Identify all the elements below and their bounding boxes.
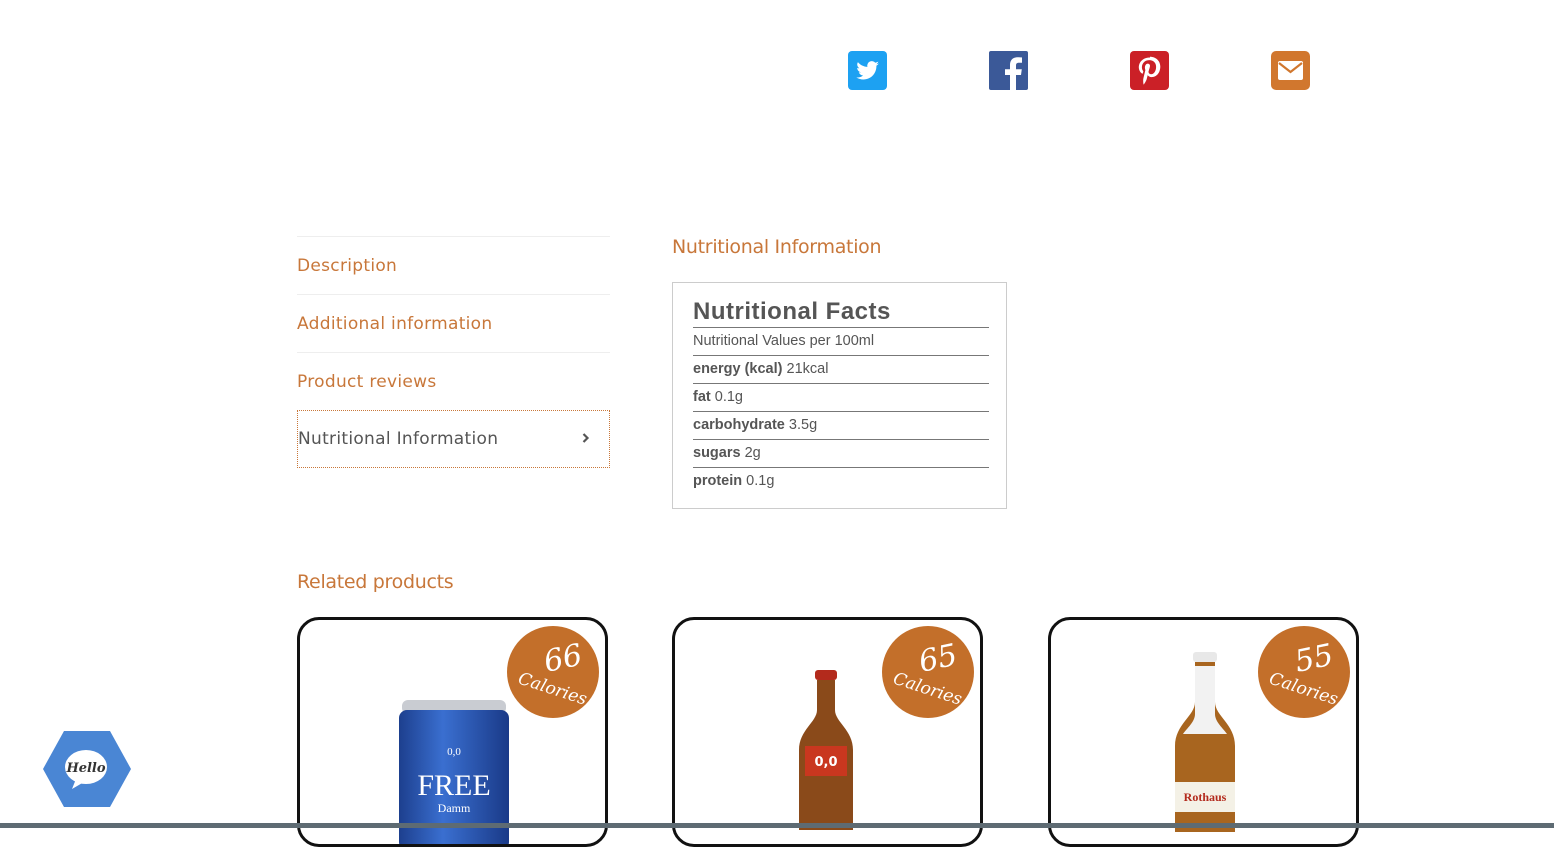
tab-additional-information[interactable]: Additional information (297, 294, 610, 352)
svg-text:Rothaus: Rothaus (1184, 790, 1227, 804)
product-bottle-image: Rothaus (1175, 652, 1235, 832)
related-product-card[interactable]: 0,0 FREE Damm 66 Calories (297, 617, 608, 847)
nutrition-row-value: 2g (744, 445, 761, 461)
svg-text:0,0: 0,0 (447, 746, 461, 758)
tab-description-label: Description (297, 255, 398, 276)
tab-nutritional-information[interactable]: Nutritional Information (297, 410, 610, 468)
nutrition-row-protein: protein 0.1g (693, 468, 989, 495)
product-tabs: Description Additional information Produ… (297, 236, 610, 468)
email-icon (1271, 51, 1310, 90)
nutrition-row-name: energy (kcal) (693, 361, 783, 377)
nutrition-row-value: 0.1g (746, 473, 775, 489)
calories-badge: 65 Calories (882, 626, 974, 718)
nutrition-row-name: sugars (693, 445, 741, 461)
chat-widget-button[interactable]: Hello (42, 729, 132, 809)
share-twitter-button[interactable] (848, 51, 887, 90)
twitter-icon (848, 51, 887, 90)
svg-text:Damm: Damm (438, 801, 471, 815)
nutrition-row-value: 3.5g (788, 417, 818, 433)
calories-badge: 66 Calories (507, 626, 599, 718)
nutrition-row-name: carbohydrate (693, 417, 785, 433)
nutrition-row-carbohydrate: carbohydrate 3.5g (693, 412, 989, 440)
nutrition-subtitle: Nutritional Values per 100ml (693, 328, 989, 356)
nutritional-information-heading: Nutritional Information (672, 236, 882, 258)
chat-label: Hello (65, 761, 105, 776)
chevron-right-icon (582, 433, 590, 443)
related-products-heading: Related products (297, 571, 454, 593)
pinterest-icon (1130, 51, 1169, 90)
related-product-card[interactable]: 0,0 65 Calories (672, 617, 983, 847)
share-facebook-button[interactable] (989, 51, 1028, 90)
tab-product-reviews[interactable]: Product reviews (297, 352, 610, 410)
share-email-button[interactable] (1271, 51, 1310, 90)
calories-badge: 55 Calories (1258, 626, 1350, 718)
tab-description[interactable]: Description (297, 236, 610, 294)
tab-product-reviews-label: Product reviews (297, 371, 437, 392)
svg-text:0,0: 0,0 (814, 755, 837, 770)
related-product-card[interactable]: Rothaus 55 Calories (1048, 617, 1359, 847)
tab-nutritional-information-label: Nutritional Information (298, 429, 499, 449)
nutrition-row-name: protein (693, 473, 743, 489)
share-pinterest-button[interactable] (1130, 51, 1169, 90)
nutrition-row-name: fat (693, 389, 711, 405)
nutrition-row-energy: energy (kcal) 21kcal (693, 356, 989, 384)
nutrition-row-value: 21kcal (786, 361, 829, 377)
svg-text:FREE: FREE (417, 769, 490, 802)
nutrition-row-fat: fat 0.1g (693, 384, 989, 412)
facebook-icon (989, 51, 1028, 90)
nutrition-facts-table: Nutritional Facts Nutritional Values per… (672, 282, 1007, 509)
bottom-scrollbar[interactable] (0, 823, 1554, 828)
nutrition-row-value: 0.1g (714, 389, 743, 405)
tab-additional-information-label: Additional information (297, 313, 493, 334)
chat-hexagon-icon: Hello (43, 731, 131, 807)
product-bottle-image: 0,0 (799, 670, 853, 830)
nutrition-facts-title: Nutritional Facts (693, 297, 989, 328)
nutrition-row-sugars: sugars 2g (693, 440, 989, 468)
